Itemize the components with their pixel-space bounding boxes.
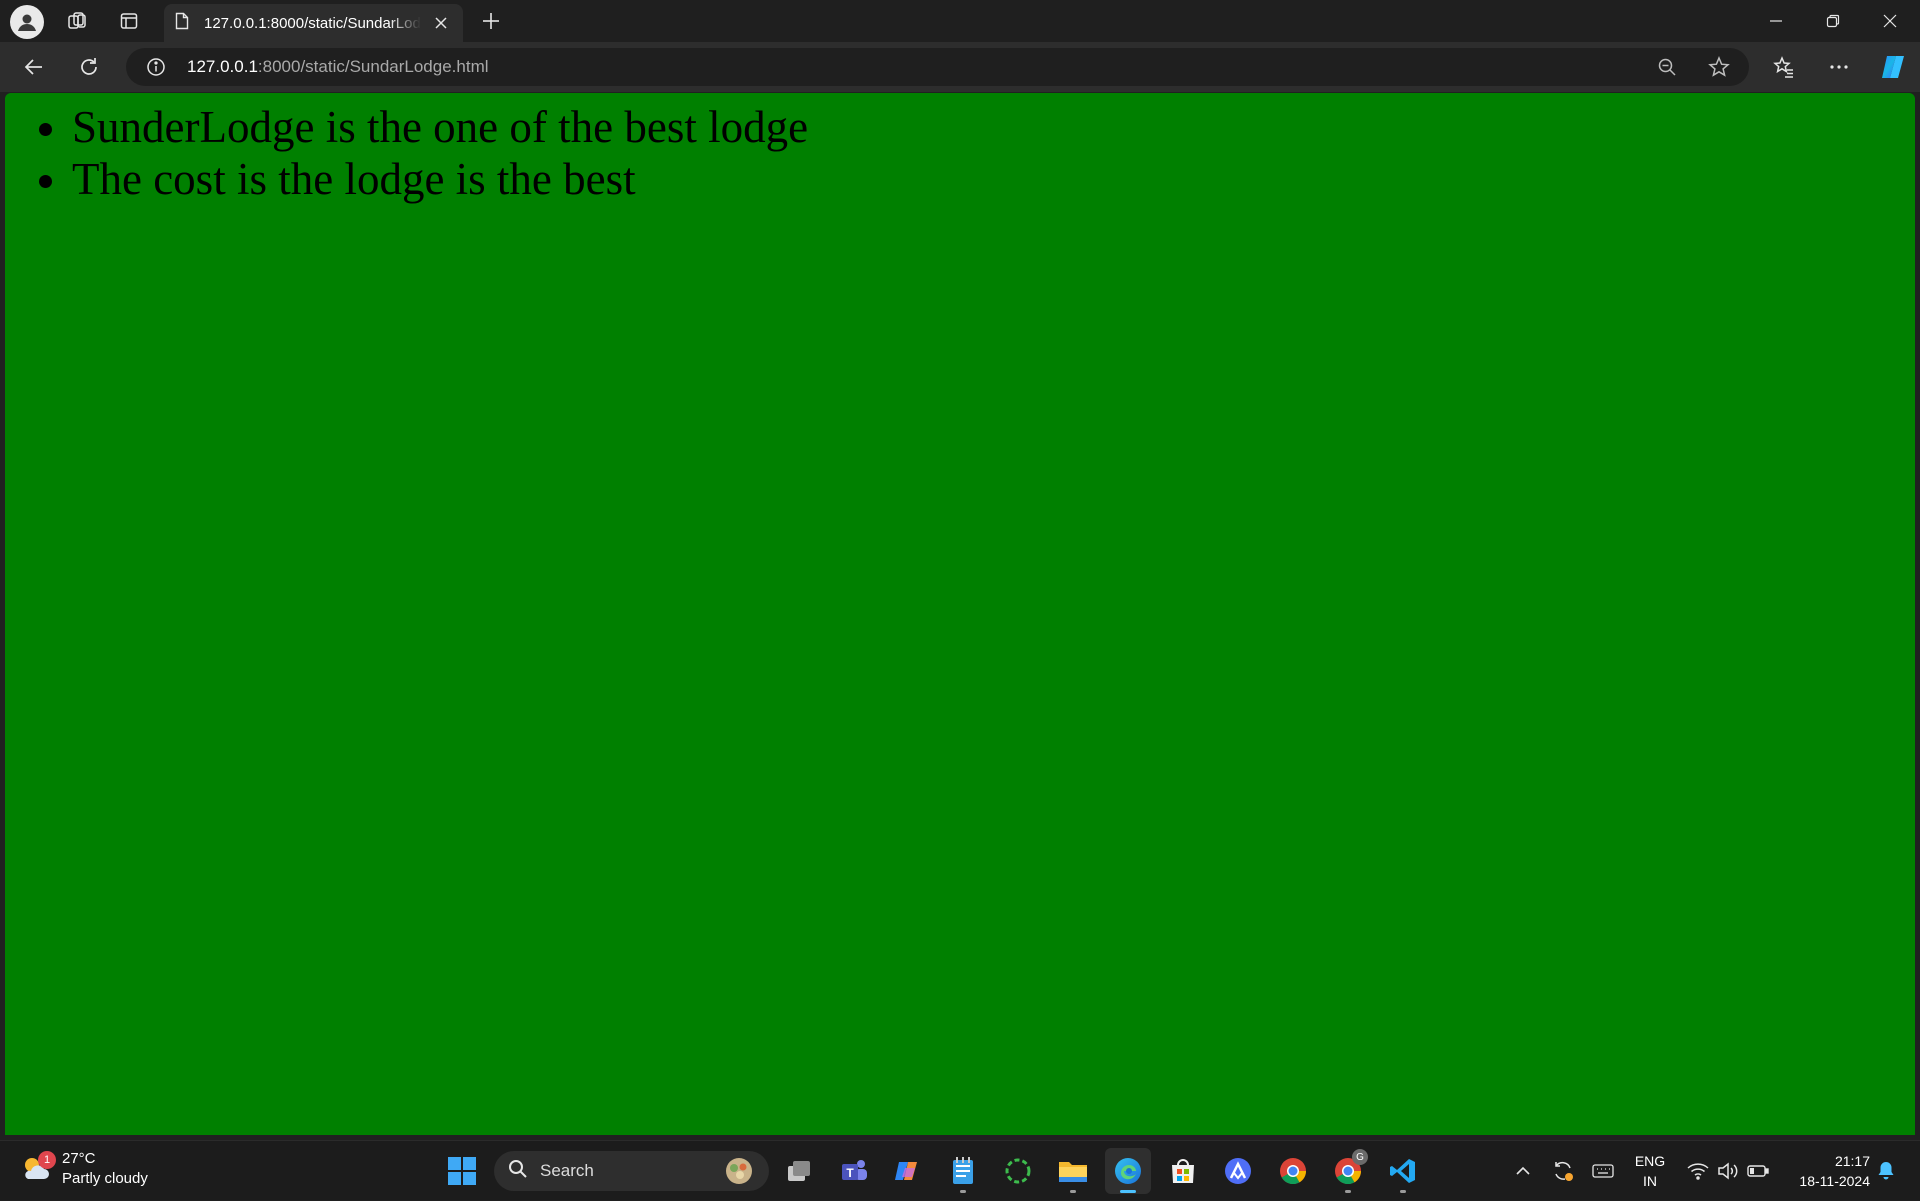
browser-toolbar: 127.0.0.1:8000/static/SundarLodge.html bbox=[0, 42, 1920, 92]
workspaces-icon[interactable] bbox=[57, 1, 97, 41]
back-icon[interactable] bbox=[16, 49, 52, 85]
running-indicator bbox=[1070, 1190, 1076, 1193]
volume-icon[interactable] bbox=[1714, 1141, 1742, 1201]
favorite-star-icon[interactable] bbox=[1708, 56, 1730, 83]
search-icon bbox=[508, 1159, 528, 1184]
start-button[interactable] bbox=[439, 1148, 485, 1194]
favorites-icon[interactable] bbox=[1766, 49, 1802, 85]
list-item: The cost is the lodge is the best bbox=[72, 153, 1915, 205]
weather-temp: 27°C bbox=[62, 1150, 96, 1167]
weather-widget[interactable]: 1 27°C Partly cloudy bbox=[20, 1149, 148, 1189]
more-options-icon[interactable] bbox=[1821, 49, 1857, 85]
wifi-icon[interactable] bbox=[1684, 1141, 1712, 1201]
sync-icon[interactable] bbox=[1548, 1141, 1578, 1201]
refresh-icon[interactable] bbox=[71, 49, 107, 85]
search-label: Search bbox=[540, 1161, 594, 1180]
chrome-profile-icon[interactable]: G bbox=[1325, 1148, 1371, 1194]
browser-tab[interactable]: 127.0.0.1:8000/static/SundarLodge.html bbox=[164, 4, 463, 42]
microsoft-store-icon[interactable] bbox=[1160, 1148, 1206, 1194]
active-indicator bbox=[1120, 1190, 1136, 1193]
chrome-icon[interactable] bbox=[1270, 1148, 1316, 1194]
content-list: SunderLodge is the one of the best lodge… bbox=[5, 101, 1915, 205]
taskbar-search[interactable]: Search bbox=[494, 1151, 769, 1191]
weather-condition: Partly cloudy bbox=[62, 1170, 148, 1187]
clock-time: 21:17 bbox=[1834, 1153, 1870, 1169]
zoom-out-icon[interactable] bbox=[1657, 57, 1677, 82]
task-view-icon[interactable] bbox=[776, 1148, 822, 1194]
close-window-icon[interactable] bbox=[1862, 0, 1918, 42]
region-code: IN bbox=[1643, 1173, 1657, 1189]
show-hidden-icons-icon[interactable] bbox=[1510, 1141, 1536, 1201]
page-viewport: SunderLodge is the one of the best lodge… bbox=[5, 93, 1915, 1135]
restore-icon[interactable] bbox=[1805, 0, 1861, 42]
teams-icon[interactable]: T bbox=[831, 1148, 877, 1194]
site-info-icon[interactable] bbox=[146, 57, 166, 82]
battery-icon[interactable] bbox=[1744, 1141, 1772, 1201]
list-item: SunderLodge is the one of the best lodge bbox=[72, 101, 1915, 153]
running-indicator bbox=[1400, 1190, 1406, 1193]
taskbar: 1 27°C Partly cloudy Search T G ENG IN 2… bbox=[0, 1140, 1920, 1200]
language-indicator[interactable]: ENG IN bbox=[1626, 1151, 1674, 1191]
profile-badge: G bbox=[1352, 1149, 1368, 1165]
language-code: ENG bbox=[1634, 1153, 1666, 1169]
notepad-icon[interactable] bbox=[940, 1148, 986, 1194]
profile-avatar-icon[interactable] bbox=[10, 5, 44, 39]
address-bar[interactable]: 127.0.0.1:8000/static/SundarLodge.html bbox=[126, 48, 1749, 86]
page-icon bbox=[174, 12, 190, 35]
edge-browser-icon[interactable] bbox=[1105, 1148, 1151, 1194]
weather-icon: 1 bbox=[20, 1151, 56, 1185]
copilot-icon[interactable] bbox=[1875, 49, 1911, 85]
weather-badge: 1 bbox=[38, 1151, 56, 1169]
url-text[interactable]: 127.0.0.1:8000/static/SundarLodge.html bbox=[187, 57, 489, 77]
url-host: 127.0.0.1 bbox=[187, 57, 258, 76]
minimize-icon[interactable] bbox=[1748, 0, 1804, 42]
svg-text:T: T bbox=[846, 1166, 854, 1180]
tab-title: 127.0.0.1:8000/static/SundarLodge.html bbox=[204, 14, 421, 32]
notifications-icon[interactable] bbox=[1872, 1141, 1900, 1201]
tab-close-icon[interactable] bbox=[429, 11, 453, 35]
running-indicator bbox=[1345, 1190, 1351, 1193]
system-clock[interactable]: 21:17 18-11-2024 bbox=[1782, 1151, 1870, 1191]
keyboard-icon[interactable] bbox=[1588, 1141, 1618, 1201]
new-tab-icon[interactable] bbox=[471, 1, 511, 41]
app-launcher-icon[interactable] bbox=[1215, 1148, 1261, 1194]
search-highlight-icon bbox=[723, 1156, 755, 1191]
copilot-app-icon[interactable] bbox=[885, 1148, 931, 1194]
title-bar: 127.0.0.1:8000/static/SundarLodge.html bbox=[0, 0, 1920, 42]
url-path: :8000/static/SundarLodge.html bbox=[257, 57, 489, 76]
running-indicator bbox=[960, 1190, 966, 1193]
vscode-icon[interactable] bbox=[1380, 1148, 1426, 1194]
clock-date: 18-11-2024 bbox=[1799, 1173, 1870, 1189]
loading-app-icon[interactable] bbox=[995, 1148, 1041, 1194]
file-explorer-icon[interactable] bbox=[1050, 1148, 1096, 1194]
vertical-tabs-icon[interactable] bbox=[109, 1, 149, 41]
